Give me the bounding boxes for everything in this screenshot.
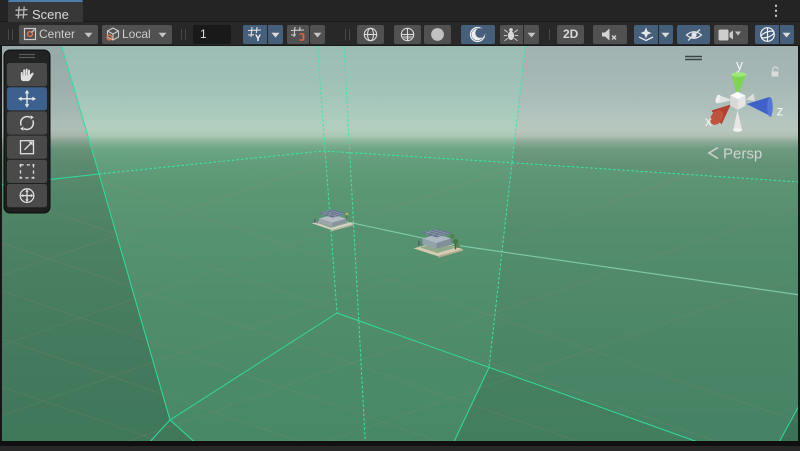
- svg-text:x: x: [705, 113, 712, 129]
- svg-text:Persp: Persp: [723, 146, 762, 163]
- svg-text:z: z: [777, 103, 784, 119]
- svg-text:Y: Y: [255, 33, 261, 42]
- svg-text:y: y: [736, 57, 743, 73]
